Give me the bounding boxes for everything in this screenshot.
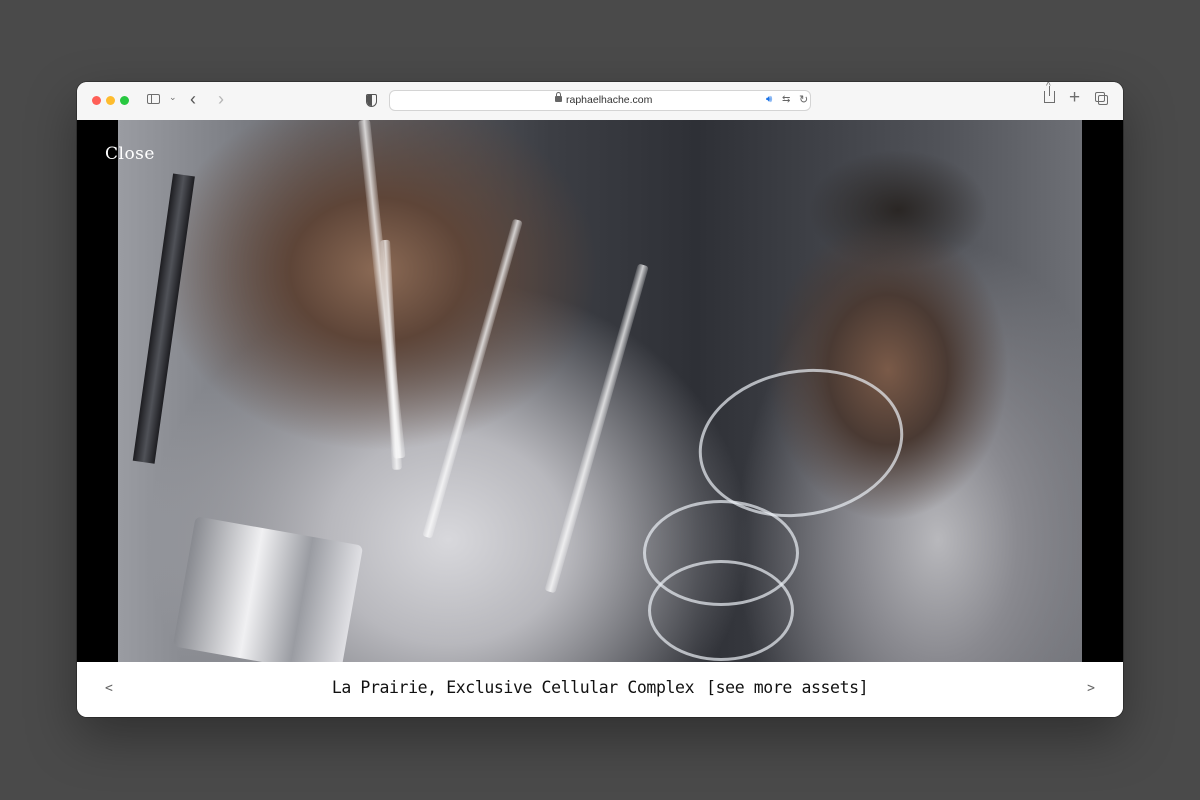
image-viewer: Close bbox=[77, 120, 1123, 662]
caption: La Prairie, Exclusive Cellular Complex [s… bbox=[77, 678, 1123, 697]
translate-icon[interactable]: ⇆ bbox=[782, 94, 790, 105]
shield-icon[interactable] bbox=[366, 94, 377, 107]
chevron-right-icon[interactable]: › bbox=[218, 89, 224, 110]
address-bar[interactable]: raphaelhache.com 🔊︎ ⇆ ↻ bbox=[389, 90, 811, 111]
next-button[interactable]: > bbox=[1087, 681, 1095, 696]
browser-toolbar: ⌄ ‹ › raphaelhache.com 🔊︎ ⇆ ↻ + bbox=[77, 82, 1123, 121]
reload-icon[interactable]: ↻ bbox=[799, 93, 808, 106]
share-icon[interactable] bbox=[1044, 82, 1055, 103]
close-button[interactable]: Close bbox=[105, 144, 155, 164]
zoom-window-button[interactable] bbox=[120, 96, 129, 105]
close-window-button[interactable] bbox=[92, 96, 101, 105]
speaker-icon[interactable]: 🔊︎ bbox=[766, 94, 772, 105]
jar-shape bbox=[172, 516, 364, 662]
project-title: La Prairie, Exclusive Cellular Complex bbox=[331, 678, 695, 697]
tabs-icon[interactable] bbox=[1095, 92, 1108, 105]
project-image bbox=[118, 120, 1082, 662]
pipette-shape bbox=[544, 263, 649, 594]
minimize-window-button[interactable] bbox=[106, 96, 115, 105]
caption-bar: < La Prairie, Exclusive Cellular Complex… bbox=[77, 662, 1123, 717]
petri-dish-shape bbox=[648, 560, 794, 661]
see-more-assets-link[interactable]: [see more assets] bbox=[706, 678, 868, 697]
tweezers-shape bbox=[132, 173, 195, 464]
chevron-down-icon[interactable]: ⌄ bbox=[169, 92, 177, 103]
chevron-left-icon[interactable]: ‹ bbox=[190, 89, 196, 110]
plus-icon[interactable]: + bbox=[1069, 87, 1080, 109]
pipette-shape bbox=[422, 218, 523, 539]
browser-window: ⌄ ‹ › raphaelhache.com 🔊︎ ⇆ ↻ + bbox=[77, 82, 1123, 717]
sidebar-icon[interactable] bbox=[147, 94, 160, 104]
url-text[interactable]: raphaelhache.com bbox=[566, 94, 652, 106]
lock-icon bbox=[555, 92, 562, 102]
